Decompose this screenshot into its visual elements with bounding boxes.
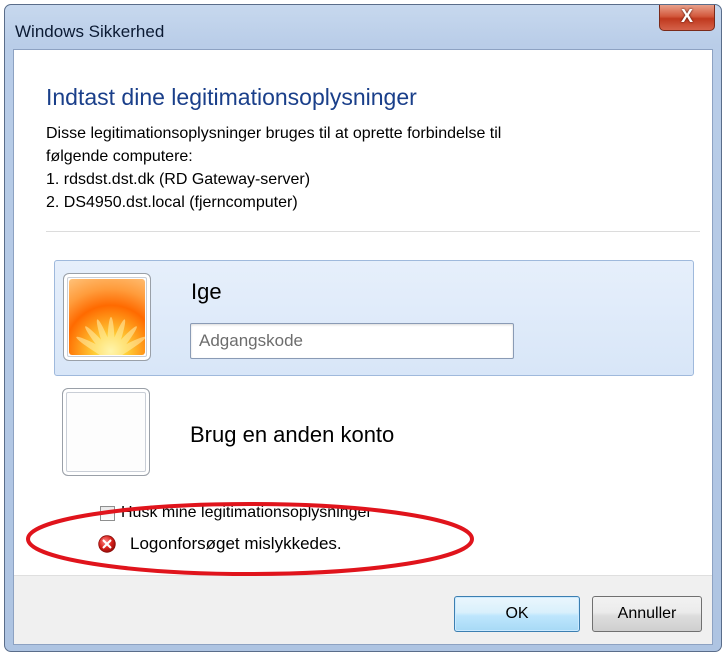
dialog-description: Disse legitimationsoplysninger bruges ti… [46,122,501,214]
error-x-icon [98,535,116,553]
account-tile-selected[interactable]: Ige [54,260,694,376]
description-line: 2. DS4950.dst.local (fjerncomputer) [46,194,298,211]
security-dialog-window: Windows Sikkerhed X Indtast dine legitim… [4,4,722,652]
dialog-heading: Indtast dine legitimationsoplysninger [46,84,417,110]
dialog-client-area: Indtast dine legitimationsoplysninger Di… [13,49,713,645]
account-name: Ige [191,279,222,304]
close-button[interactable]: X [659,5,715,31]
description-line: følgende computere: [46,148,193,165]
close-icon: X [680,6,693,26]
window-title: Windows Sikkerhed [15,22,165,41]
description-line: 1. rdsdst.dst.dk (RD Gateway-server) [46,171,311,188]
cancel-button[interactable]: Annuller [592,596,702,632]
remember-checkbox[interactable] [100,506,115,521]
ok-button[interactable]: OK [454,596,580,632]
remember-label: Husk mine legitimationsoplysninger [121,504,372,521]
avatar [63,273,151,361]
blank-avatar-icon [62,388,150,476]
flower-avatar-icon [69,279,145,355]
error-text: Logonforsøget mislykkedes. [130,534,342,553]
account-tile-other[interactable]: Brug en anden konto [54,376,694,492]
title-bar[interactable]: Windows Sikkerhed X [5,5,721,49]
password-field[interactable] [190,323,514,359]
divider [46,231,700,232]
other-account-label: Brug en anden konto [190,422,395,447]
description-line: Disse legitimationsoplysninger bruges ti… [46,125,502,142]
button-bar: OK Annuller [14,575,712,644]
